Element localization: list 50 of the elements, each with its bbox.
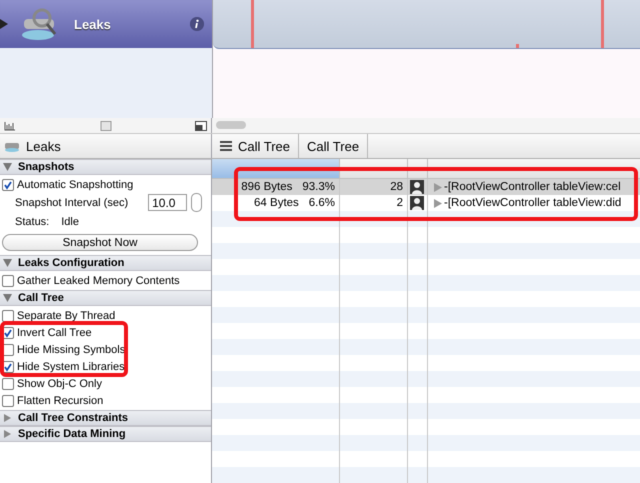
instrument-title: Leaks [26, 138, 61, 154]
disclosure-icon[interactable] [3, 259, 12, 267]
status-label: Status: [15, 216, 50, 228]
status-value: Idle [61, 216, 79, 228]
window-icon[interactable] [195, 120, 207, 130]
breadcrumb[interactable]: Call Tree [299, 134, 368, 158]
section-header[interactable]: Specific Data Mining [0, 426, 211, 442]
breadcrumb[interactable]: Call Tree [212, 134, 300, 158]
percent-cell: 6.6% [308, 197, 335, 209]
checkbox-label: Invert Call Tree [17, 326, 92, 338]
bytes-cell: 64 Bytes [254, 197, 299, 209]
snapshot-button[interactable]: Snapshot Now [2, 234, 198, 251]
checkbox-label: Flatten Recursion [17, 394, 104, 406]
checkbox-label: Automatic Snapshotting [17, 178, 134, 190]
bytes-cell: 896 Bytes [241, 181, 292, 193]
disclosure-icon[interactable] [3, 163, 12, 171]
checkbox-label: Separate By Thread [17, 310, 116, 322]
disclosure-icon[interactable] [3, 294, 12, 302]
checkbox-label: Gather Leaked Memory Contents [17, 274, 180, 286]
interval-field[interactable]: 10.0 [148, 194, 188, 211]
track-title: Leaks [74, 16, 112, 32]
bar-graph-icon[interactable] [4, 120, 16, 130]
person-icon[interactable] [410, 180, 424, 194]
pipe-icon [4, 140, 20, 152]
stepper[interactable] [191, 193, 202, 212]
checkbox[interactable] [2, 310, 14, 322]
triangle-icon[interactable] [0, 17, 10, 31]
info-icon[interactable] [190, 17, 204, 31]
checkbox-label: Hide Missing Symbols [17, 344, 126, 356]
checkbox-label: Show Obj-C Only [17, 378, 102, 390]
square-icon[interactable] [100, 120, 112, 130]
leaks-cell: 2 [396, 197, 403, 209]
checkbox[interactable] [2, 274, 14, 286]
scroll-thumb[interactable] [216, 121, 246, 129]
checkbox-label: Hide System Libraries [17, 360, 125, 372]
table-row[interactable]: 896 Bytes 93.3% 28 -[RootViewController tableView:cel [212, 179, 640, 195]
checkbox[interactable] [2, 378, 14, 390]
checkbox[interactable] [2, 178, 14, 190]
section-header[interactable]: Snapshots [0, 159, 211, 175]
field-label: Snapshot Interval (sec) [15, 196, 128, 208]
checkbox[interactable] [2, 394, 14, 406]
percent-cell: 93.3% [302, 181, 335, 193]
section-header[interactable]: Call Tree [0, 290, 211, 306]
section-header[interactable]: Leaks Configuration [0, 255, 211, 271]
section-header[interactable]: Call Tree Constraints [0, 410, 211, 426]
person-icon[interactable] [410, 196, 424, 210]
menu-icon[interactable] [220, 141, 232, 151]
symbol-cell: -[RootViewController tableView:cel [444, 181, 621, 193]
symbol-cell: -[RootViewController tableView:did [444, 197, 622, 209]
leaks-cell: 28 [390, 181, 403, 193]
